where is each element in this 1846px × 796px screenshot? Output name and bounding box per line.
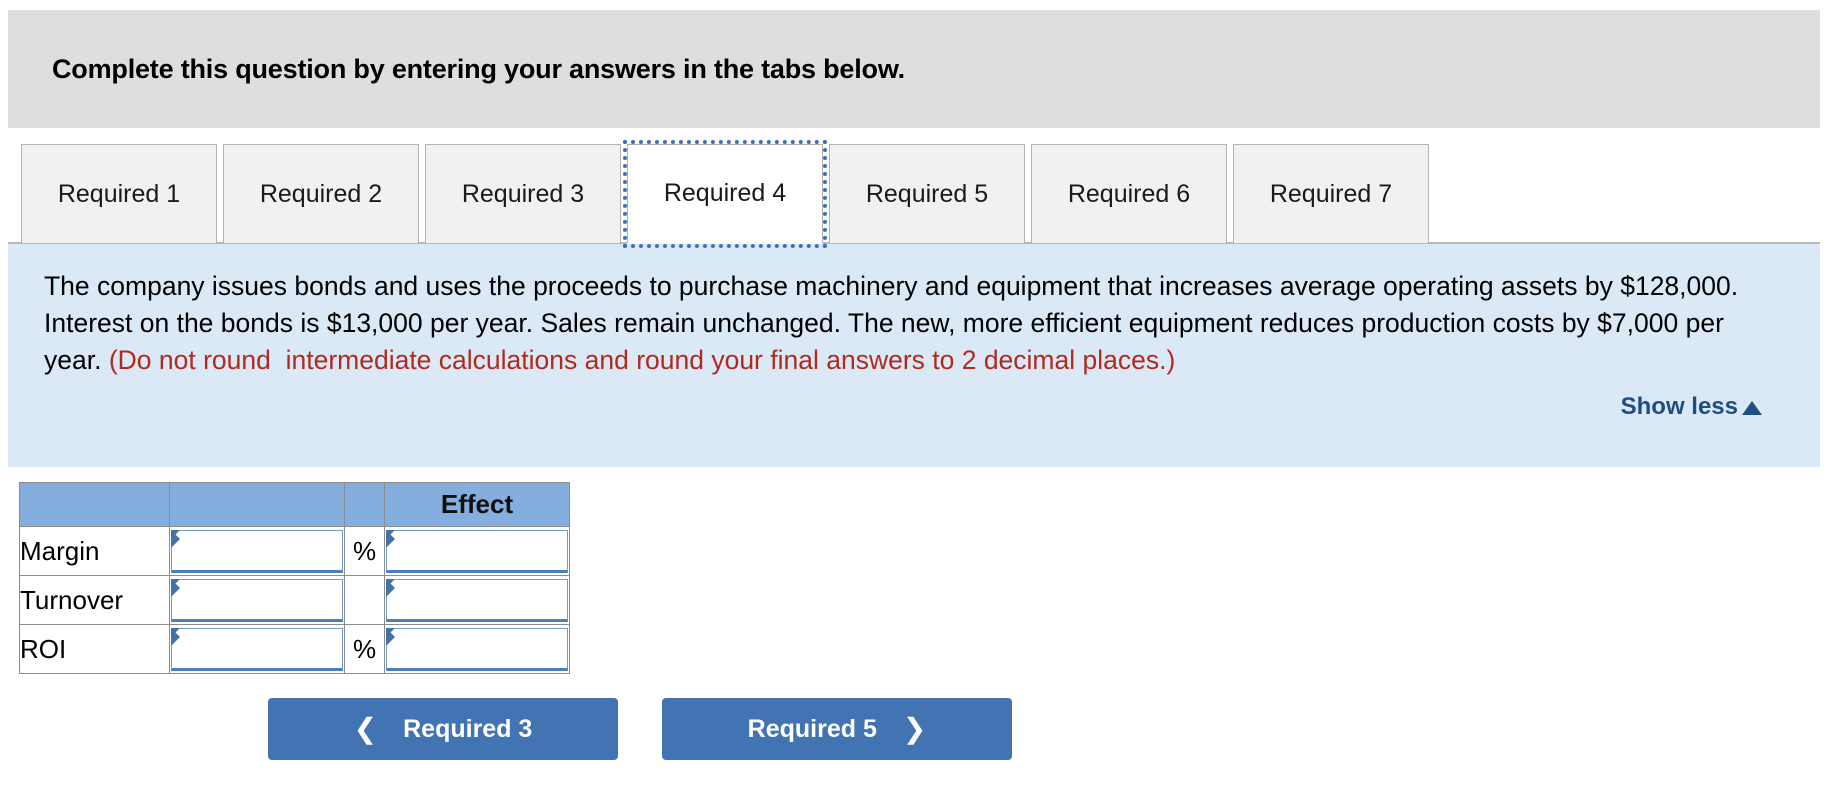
caret-up-icon (1742, 401, 1762, 415)
effect-2-input[interactable] (386, 627, 568, 671)
table-header-row: Effect (19, 482, 570, 527)
tab-label: Required 3 (461, 179, 585, 208)
header-cell-blank-3 (344, 482, 385, 527)
previous-requirement-button[interactable]: ❮ Required 3 (268, 698, 618, 760)
input-corner-marker-icon (386, 627, 395, 646)
tab-required-1[interactable]: Required 1 (21, 144, 217, 244)
value-0-cell (169, 526, 345, 576)
value-1-cell (169, 575, 345, 625)
row-unit-2: % (344, 624, 385, 674)
value-2-wrap (170, 627, 344, 672)
value-2-cell (169, 624, 345, 674)
tab-required-6[interactable]: Required 6 (1031, 144, 1227, 244)
tab-label: Required 2 (259, 179, 383, 208)
tab-label: Required 6 (1067, 179, 1191, 208)
table-row: ROI% (19, 624, 570, 674)
table-row: Turnover (19, 575, 570, 625)
input-corner-marker-icon (171, 578, 180, 597)
tab-required-5[interactable]: Required 5 (829, 144, 1025, 244)
effect-1-wrap (385, 578, 569, 623)
input-corner-marker-icon (171, 627, 180, 646)
show-less-toggle[interactable]: Show less (1621, 393, 1762, 421)
tab-label: Required 5 (865, 179, 989, 208)
question-info-panel: The company issues bonds and uses the pr… (8, 244, 1820, 467)
row-label-2: ROI (19, 624, 170, 674)
prompt-red-instruction: (Do not round intermediate calculations … (108, 345, 1176, 375)
effect-0-wrap (385, 529, 569, 574)
header-cell-effect: Effect (384, 482, 570, 527)
requirement-tabstrip: Required 1 Required 2 Required 3 Required 4… (8, 138, 1838, 248)
show-less-row: Show less (44, 393, 1784, 421)
tab-required-3[interactable]: Required 3 (425, 144, 621, 244)
answer-table: Effect Margin% Turnover ROI% (19, 482, 570, 674)
chevron-right-icon: ❯ (902, 713, 927, 744)
answer-table-body: Margin% Turnover ROI% (19, 526, 570, 674)
previous-requirement-label: Required 3 (403, 714, 533, 743)
value-1-input[interactable] (171, 578, 343, 622)
effect-2-wrap (385, 627, 569, 672)
input-corner-marker-icon (386, 578, 395, 597)
next-requirement-button[interactable]: Required 5 ❯ (662, 698, 1012, 760)
value-1-wrap (170, 578, 344, 623)
next-requirement-label: Required 5 (747, 714, 877, 743)
header-cell-blank-2 (169, 482, 345, 527)
row-unit-0: % (344, 526, 385, 576)
requirement-nav: ❮ Required 3 Required 5 ❯ (0, 698, 1280, 760)
value-2-input[interactable] (171, 627, 343, 671)
effect-2-cell (384, 624, 570, 674)
row-unit-1 (344, 575, 385, 625)
show-less-label: Show less (1620, 393, 1738, 420)
tab-required-4[interactable]: Required 4 (623, 140, 827, 248)
banner-instruction-text: Complete this question by entering your … (52, 53, 905, 84)
question-prompt-text: The company issues bonds and uses the pr… (44, 268, 1784, 379)
row-label-1: Turnover (19, 575, 170, 625)
question-banner: Complete this question by entering your … (8, 10, 1820, 128)
input-corner-marker-icon (171, 529, 180, 548)
tab-required-2[interactable]: Required 2 (223, 144, 419, 244)
row-label-0: Margin (19, 526, 170, 576)
effect-0-cell (384, 526, 570, 576)
value-0-input[interactable] (171, 529, 343, 573)
value-0-wrap (170, 529, 344, 574)
effect-1-input[interactable] (386, 578, 568, 622)
tab-label: Required 7 (1269, 179, 1393, 208)
chevron-left-icon: ❮ (353, 713, 378, 744)
input-corner-marker-icon (386, 529, 395, 548)
header-cell-blank-1 (19, 482, 170, 527)
tab-label: Required 4 (663, 179, 787, 207)
answer-table-head: Effect (19, 482, 570, 527)
table-row: Margin% (19, 526, 570, 576)
tab-required-7[interactable]: Required 7 (1233, 144, 1429, 244)
effect-1-cell (384, 575, 570, 625)
tab-list: Required 1 Required 2 Required 3 Required 4… (21, 138, 1435, 248)
tab-label: Required 1 (57, 179, 181, 208)
effect-0-input[interactable] (386, 529, 568, 573)
